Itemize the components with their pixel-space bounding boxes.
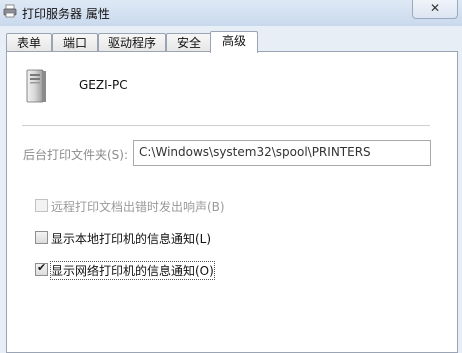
option-label[interactable]: 显示本地打印机的信息通知(L): [51, 230, 211, 247]
option-label: 远程打印文档出错时发出响声(B): [51, 200, 225, 214]
spool-folder-label: 后台打印文件夹(S):: [23, 148, 129, 162]
tab-drivers[interactable]: 驱动程序: [98, 33, 166, 52]
server-name: GEZI-PC: [79, 78, 128, 92]
tab-forms[interactable]: 表单: [6, 33, 52, 52]
title-bar: 打印服务器 属性 ✕: [0, 0, 462, 27]
close-icon: ✕: [429, 1, 441, 15]
checkbox-local-printer-notify[interactable]: [35, 231, 48, 244]
checkbox-remote-error-beep: [35, 199, 48, 212]
printer-server-icon: [3, 4, 17, 18]
window-title: 打印服务器 属性: [22, 7, 110, 21]
divider: [22, 125, 430, 126]
option-label[interactable]: 显示网络打印机的信息通知(O): [50, 261, 215, 280]
spool-folder-field[interactable]: C:\Windows\system32\spool\PRINTERS: [133, 140, 431, 166]
tab-strip: 表单 端口 驱动程序 安全 高级: [0, 26, 462, 53]
computer-tower-icon: [26, 69, 46, 103]
tab-security[interactable]: 安全: [166, 33, 212, 52]
tab-ports[interactable]: 端口: [52, 33, 98, 52]
tab-advanced[interactable]: 高级: [210, 31, 258, 53]
checkbox-network-printer-notify[interactable]: ✔: [35, 261, 48, 276]
checkmark-icon: ✔: [37, 261, 47, 274]
close-button[interactable]: ✕: [412, 0, 458, 19]
